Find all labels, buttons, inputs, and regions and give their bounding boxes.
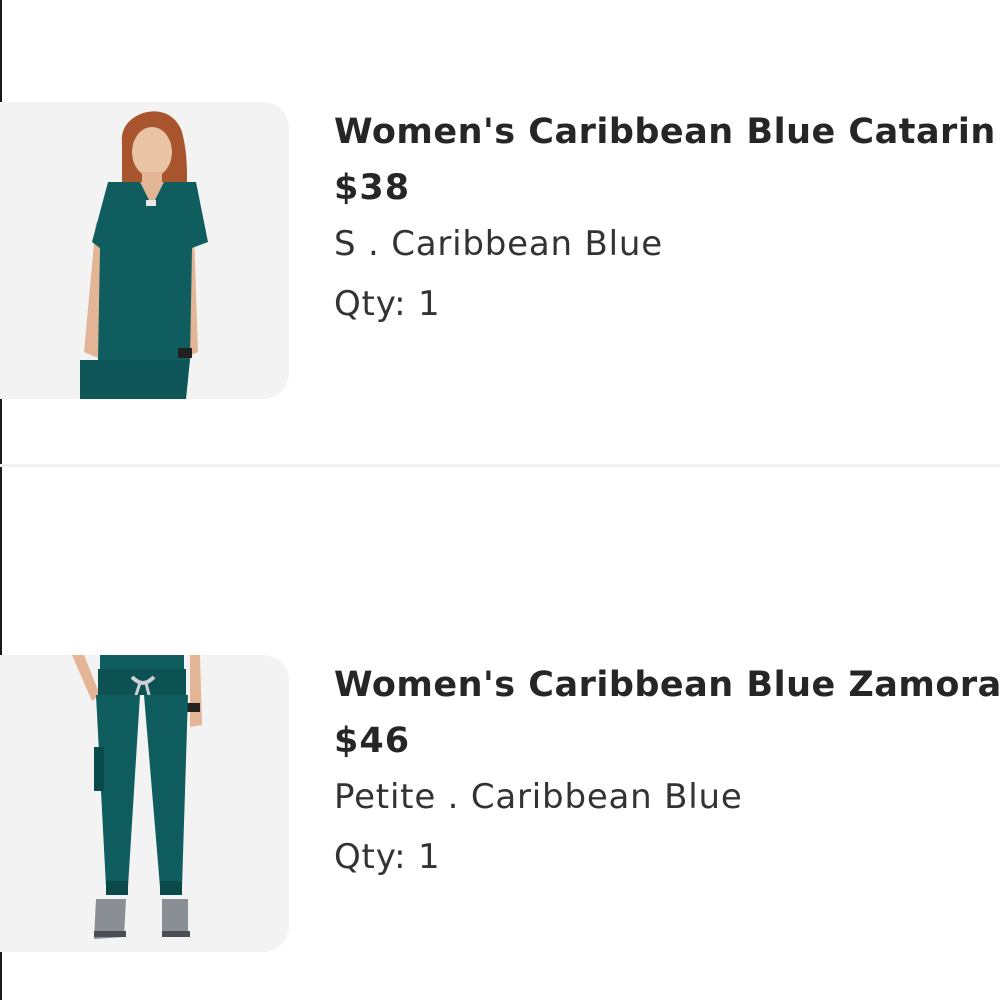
product-price: $46 [334,721,411,761]
product-title[interactable]: Women's Caribbean Blue Catarin [334,110,1000,154]
item-details: Women's Caribbean Blue Zamora $46 Petite… [334,663,1000,879]
scrub-top-photo-icon [80,111,208,399]
product-image[interactable] [0,102,289,399]
scrub-pants-photo-icon [72,655,202,939]
cart-item[interactable]: Women's Caribbean Blue Catarin $38 S . C… [0,102,1000,402]
item-divider [0,464,1000,467]
product-title[interactable]: Women's Caribbean Blue Zamora [334,663,1000,707]
product-quantity: Qty: 1 [334,837,441,877]
item-details: Women's Caribbean Blue Catarin $38 S . C… [334,110,1000,326]
product-image[interactable] [0,655,289,952]
cart-item[interactable]: Women's Caribbean Blue Zamora $46 Petite… [0,655,1000,955]
product-price: $38 [334,168,411,208]
product-quantity: Qty: 1 [334,284,441,324]
product-variant: Petite . Caribbean Blue [334,777,743,817]
product-variant: S . Caribbean Blue [334,224,663,264]
